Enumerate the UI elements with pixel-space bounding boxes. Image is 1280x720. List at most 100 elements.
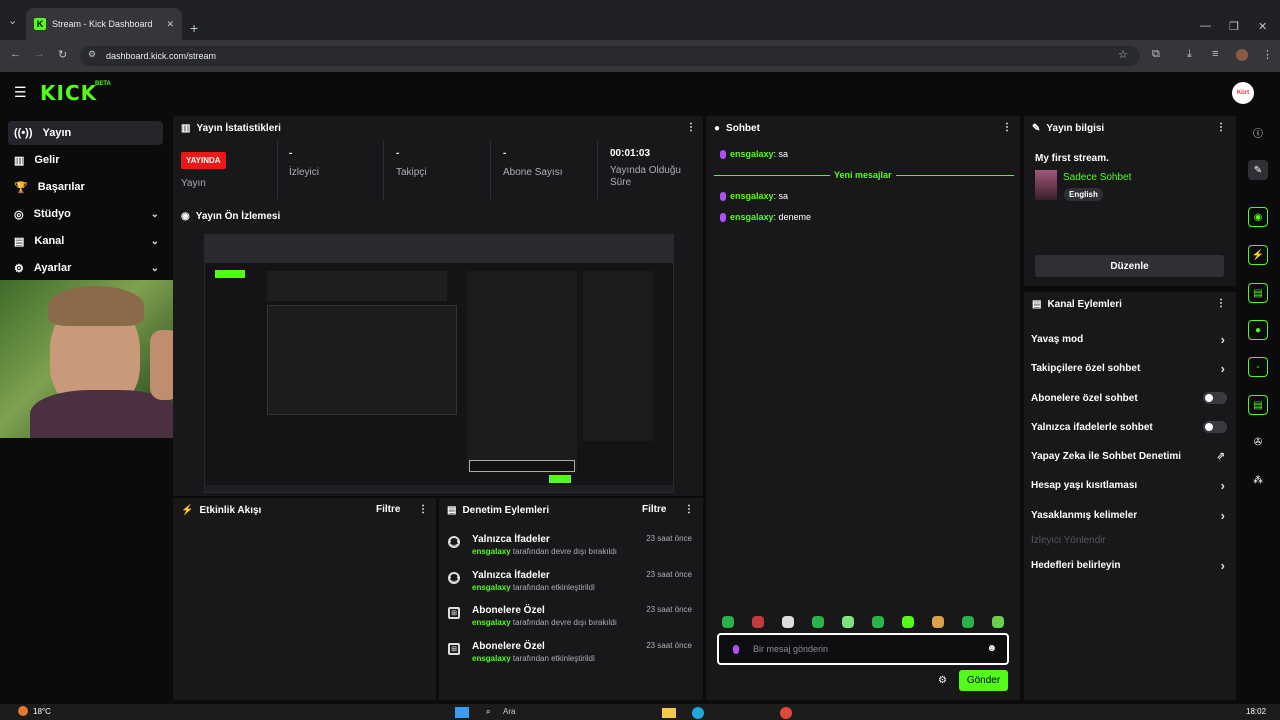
- close-window-icon[interactable]: ✕: [1258, 20, 1267, 33]
- stat-value: -: [503, 148, 507, 159]
- stat-label: Abone Sayısı: [503, 167, 563, 178]
- chat-username[interactable]: ensgalaxy: [730, 191, 774, 201]
- camera-icon: ◉: [181, 210, 190, 222]
- emote-icon[interactable]: [782, 616, 794, 628]
- kick-header: [0, 72, 1280, 114]
- download-icon[interactable]: ⤓: [1187, 48, 1192, 61]
- hamburger-icon[interactable]: ☰: [14, 84, 27, 101]
- sidebar-item-basarilar[interactable]: 🏆 Başarılar: [8, 175, 163, 199]
- taskbar-search[interactable]: Ara: [503, 707, 515, 716]
- pencil-icon: ✎: [1032, 122, 1041, 134]
- sidebar-item-yayin[interactable]: ((•)) Yayın: [8, 121, 163, 145]
- sidebar-item-studyo[interactable]: ◎ Stüdyo ⌄: [8, 202, 163, 226]
- activity-filter-button[interactable]: Filtre: [376, 504, 400, 515]
- emote-icon[interactable]: [992, 616, 1004, 628]
- extensions-icon[interactable]: ⧉: [1152, 48, 1160, 61]
- bookmark-star-icon[interactable]: ☆: [1118, 48, 1128, 61]
- mod-item-subtitle: ensgalaxy tarafından etkinleştirildi: [472, 654, 595, 663]
- layout-icon[interactable]: ⁂: [1248, 470, 1268, 490]
- chat-username[interactable]: ensgalaxy: [730, 149, 774, 159]
- forward-icon[interactable]: →: [34, 48, 45, 60]
- emoji-picker-icon[interactable]: ☻: [986, 643, 997, 654]
- chat-settings-gear-icon[interactable]: ⚙: [938, 675, 947, 686]
- wrench-icon[interactable]: ✇: [1248, 432, 1268, 452]
- action-label: Yasaklanmış kelimeler: [1031, 509, 1138, 521]
- broadcast-icon[interactable]: ◦: [1248, 357, 1268, 377]
- tab-search-icon[interactable]: ⌄: [8, 14, 17, 27]
- mod-item-user[interactable]: ensgalaxy: [472, 618, 511, 627]
- file-explorer-icon[interactable]: [662, 708, 676, 718]
- moderation-filter-button[interactable]: Filtre: [642, 504, 666, 515]
- kebab-icon[interactable]: ⋮: [686, 122, 696, 133]
- kebab-icon[interactable]: ⋮: [1216, 122, 1226, 133]
- stream-preview-video[interactable]: [204, 234, 674, 493]
- kick-logo[interactable]: KICK: [40, 81, 97, 105]
- category-thumbnail[interactable]: [1035, 170, 1057, 200]
- action-slow-mode[interactable]: Yavaş mod ›: [1031, 331, 1227, 347]
- subscribers-only-toggle[interactable]: [1203, 392, 1227, 404]
- emote-icon[interactable]: [962, 616, 974, 628]
- new-tab-button[interactable]: +: [190, 20, 198, 36]
- media-icon[interactable]: ≡: [1212, 48, 1218, 60]
- browser-tab[interactable]: K Stream - Kick Dashboard ✕: [26, 8, 182, 40]
- user-avatar[interactable]: Kürt: [1232, 82, 1254, 104]
- stat-value: -: [396, 148, 400, 159]
- gift-icon: ⊞: [448, 607, 460, 619]
- chrome-icon[interactable]: [780, 707, 792, 719]
- kebab-icon[interactable]: ⋮: [684, 504, 694, 515]
- channel-icon[interactable]: ▤: [1248, 395, 1268, 415]
- weather-temp[interactable]: 18°C: [33, 707, 51, 716]
- emote-icon[interactable]: [902, 616, 914, 628]
- moderation-item: •‿• Yalnızca İfadeler ensgalaxy tarafından…: [448, 570, 696, 602]
- emote-icon[interactable]: [722, 616, 734, 628]
- reload-icon[interactable]: ↻: [58, 48, 67, 61]
- chat-bubble-icon[interactable]: ●: [1248, 320, 1268, 340]
- taskbar-search-icon[interactable]: ⌕: [486, 707, 490, 717]
- pencil-icon[interactable]: ✎: [1248, 160, 1268, 180]
- category-link[interactable]: Sadece Sohbet: [1063, 172, 1131, 183]
- emote-icon[interactable]: [752, 616, 764, 628]
- chat-username[interactable]: ensgalaxy: [730, 212, 774, 222]
- action-banned-words[interactable]: Yasaklanmış kelimeler ›: [1031, 507, 1227, 523]
- emote-icon[interactable]: [872, 616, 884, 628]
- action-followers-only[interactable]: Takipçilere özel sohbet ›: [1031, 360, 1227, 376]
- send-button[interactable]: Gönder: [959, 670, 1008, 691]
- back-icon[interactable]: ←: [10, 48, 21, 60]
- chat-input[interactable]: Bir mesaj gönderin ☻: [717, 633, 1009, 665]
- url-input[interactable]: dashboard.kick.com/stream: [80, 46, 1140, 66]
- profile-avatar[interactable]: [1236, 49, 1248, 61]
- tab-close-icon[interactable]: ✕: [166, 19, 174, 30]
- sidebar-item-gelir[interactable]: ▥ Gelir: [8, 148, 163, 172]
- emote-icon[interactable]: [932, 616, 944, 628]
- maximize-icon[interactable]: ❐: [1229, 20, 1239, 33]
- mod-item-time: 23 saat önce: [646, 641, 692, 650]
- chat-panel: [706, 116, 1020, 700]
- chevron-down-icon: ⌄: [150, 208, 159, 220]
- sidebar-item-kanal[interactable]: ▤ Kanal ⌄: [8, 229, 163, 253]
- document-icon[interactable]: ▤: [1248, 283, 1268, 303]
- edit-button[interactable]: Düzenle: [1035, 255, 1224, 277]
- mod-item-user[interactable]: ensgalaxy: [472, 547, 511, 556]
- emote-icon[interactable]: [842, 616, 854, 628]
- info-icon[interactable]: ⓘ: [1248, 122, 1268, 142]
- action-set-goals[interactable]: Hedefleri belirleyin ›: [1031, 557, 1227, 573]
- camera-icon[interactable]: ◉: [1248, 207, 1268, 227]
- site-info-icon[interactable]: ⚙: [88, 49, 96, 60]
- edge-icon[interactable]: [692, 707, 704, 719]
- minimize-icon[interactable]: —: [1200, 20, 1211, 32]
- mod-item-user[interactable]: ensgalaxy: [472, 654, 511, 663]
- kebab-icon[interactable]: ⋮: [418, 504, 428, 515]
- menu-kebab-icon[interactable]: ⋮: [1262, 48, 1273, 61]
- sidebar-item-ayarlar[interactable]: ⚙ Ayarlar ⌄: [8, 256, 163, 280]
- action-account-age[interactable]: Hesap yaşı kısıtlaması ›: [1031, 477, 1227, 493]
- emote-icon[interactable]: [812, 616, 824, 628]
- action-label: Hesap yaşı kısıtlaması: [1031, 479, 1138, 491]
- emotes-only-toggle[interactable]: [1203, 421, 1227, 433]
- action-ai-moderation[interactable]: Yapay Zeka ile Sohbet Denetimi ⇗: [1031, 448, 1227, 464]
- kebab-icon[interactable]: ⋮: [1002, 122, 1012, 133]
- kebab-icon[interactable]: ⋮: [1216, 298, 1226, 309]
- activity-panel: [173, 498, 436, 700]
- lightning-icon[interactable]: ⚡: [1248, 245, 1268, 265]
- mod-item-user[interactable]: ensgalaxy: [472, 583, 511, 592]
- windows-start-icon[interactable]: [455, 707, 469, 718]
